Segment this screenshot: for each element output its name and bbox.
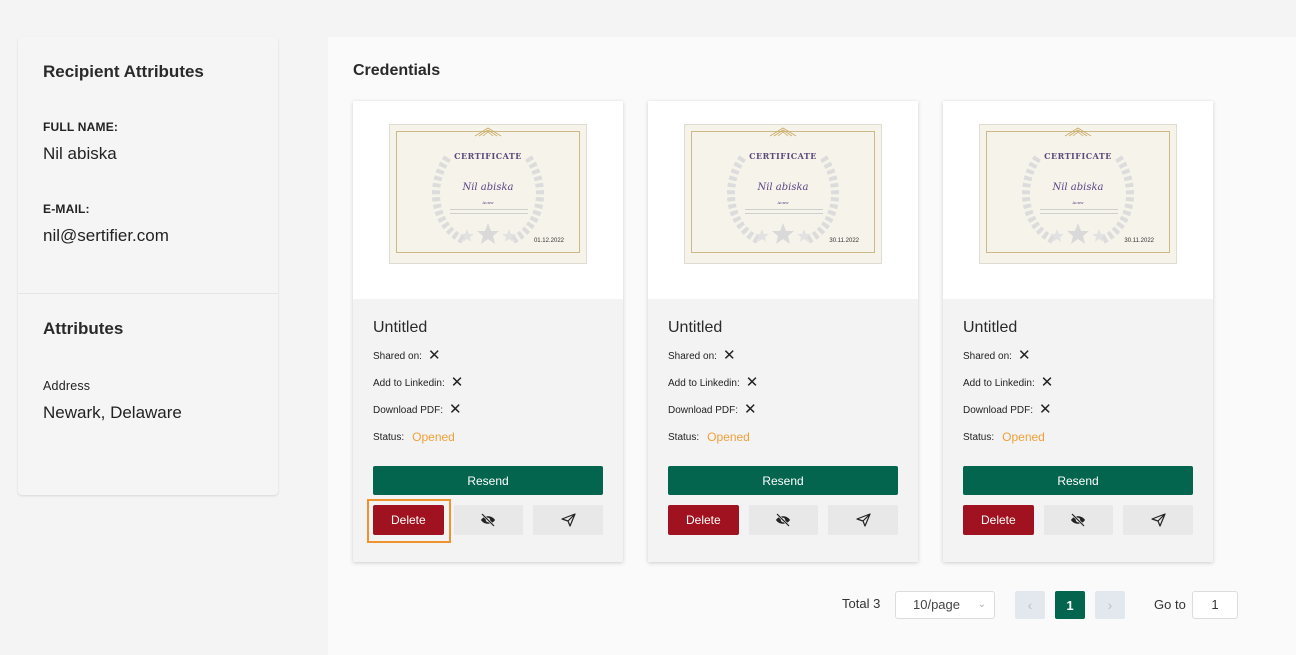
chevron-right-icon: › <box>1107 597 1113 613</box>
chevron-left-icon: ‹ <box>1027 597 1033 613</box>
send-button[interactable] <box>533 505 603 535</box>
credentials-panel: Credentials CERTIFICATE Nil abiska Acnw … <box>328 37 1296 655</box>
linkedin-label: Add to Linkedin: <box>373 377 445 389</box>
close-icon: ✕ <box>1039 401 1052 418</box>
goto-input[interactable]: 1 <box>1192 591 1238 619</box>
close-icon: ✕ <box>427 347 441 364</box>
close-icon: ✕ <box>450 374 464 391</box>
send-icon <box>856 513 871 527</box>
download-pdf-label: Download PDF: <box>373 404 444 416</box>
recipient-attributes-title: Recipient Attributes <box>43 62 204 81</box>
shared-on-label: Shared on: <box>963 350 1012 362</box>
download-pdf-label: Download PDF: <box>963 404 1034 416</box>
recipient-panel: Recipient Attributes FULL NAME: Nil abis… <box>18 37 278 495</box>
full-name-label: FULL NAME: <box>43 120 119 134</box>
eye-off-icon <box>1071 513 1086 527</box>
status-value: Opened <box>412 430 455 444</box>
credential-card: CERTIFICATE Nil abiska Acnw 30.11.2022 U… <box>648 101 918 562</box>
prev-page-button[interactable]: ‹ <box>1015 591 1045 619</box>
credential-title: Untitled <box>963 319 1018 336</box>
page-size-value: 10/page <box>913 597 960 612</box>
download-pdf-label: Download PDF: <box>668 404 739 416</box>
linkedin-label: Add to Linkedin: <box>668 377 740 389</box>
certificate-thumbnail[interactable]: CERTIFICATE Nil abiska Acnw 01.12.2022 <box>353 101 623 299</box>
status-value: Opened <box>1002 430 1045 444</box>
certificate-name: Nil abiska <box>462 182 514 193</box>
resend-button[interactable]: Resend <box>963 466 1193 495</box>
certificate-org: Acnw <box>777 200 789 205</box>
delete-button-highlight <box>367 499 451 543</box>
credential-title: Untitled <box>668 319 723 336</box>
send-button[interactable] <box>1123 505 1193 535</box>
delete-button[interactable]: Delete <box>668 505 739 535</box>
certificate-date: 30.11.2022 <box>829 238 859 244</box>
address-value: Newark, Delaware <box>43 403 182 422</box>
certificate-thumbnail[interactable]: CERTIFICATE Nil abiska Acnw 30.11.2022 <box>943 101 1213 299</box>
send-icon <box>561 513 576 527</box>
address-label: Address <box>43 379 91 393</box>
credential-card: CERTIFICATE Nil abiska Acnw 01.12.2022 U… <box>353 101 623 562</box>
credentials-title: Credentials <box>353 62 441 79</box>
shared-on-label: Shared on: <box>668 350 717 362</box>
status-label: Status: <box>668 431 700 443</box>
next-page-button[interactable]: › <box>1095 591 1125 619</box>
page-number-current[interactable]: 1 <box>1055 591 1085 619</box>
close-icon: ✕ <box>744 401 757 418</box>
certificate-image: CERTIFICATE Nil abiska Acnw 30.11.2022 <box>979 124 1177 264</box>
send-icon <box>1151 513 1166 527</box>
goto-label: Go to <box>1154 597 1186 612</box>
pagination: Total 3 10/page ⌄ ‹ 1 › Go to 1 <box>328 591 1296 619</box>
attributes-title: Attributes <box>43 319 124 338</box>
credential-title: Untitled <box>373 319 428 336</box>
close-icon: ✕ <box>722 347 736 364</box>
certificate-org: Acnw <box>482 200 494 205</box>
status-value: Opened <box>707 430 750 444</box>
total-count: Total 3 <box>842 596 881 611</box>
certificate-name: Nil abiska <box>1052 182 1104 193</box>
certificate-org: Acnw <box>1072 200 1084 205</box>
hide-button[interactable] <box>453 505 524 535</box>
close-icon: ✕ <box>1040 374 1054 391</box>
status-label: Status: <box>373 431 405 443</box>
status-label: Status: <box>963 431 995 443</box>
chevron-down-icon: ⌄ <box>977 599 986 610</box>
certificate-title: CERTIFICATE <box>1044 151 1112 161</box>
close-icon: ✕ <box>1017 347 1031 364</box>
certificate-title: CERTIFICATE <box>749 151 817 161</box>
email-value: nil@sertifier.com <box>43 226 169 245</box>
recipient-attributes-section: Recipient Attributes FULL NAME: Nil abis… <box>18 37 278 294</box>
certificate-date: 30.11.2022 <box>1124 238 1154 244</box>
certificate-title: CERTIFICATE <box>454 151 522 161</box>
delete-button[interactable]: Delete <box>963 505 1034 535</box>
full-name-value: Nil abiska <box>43 144 117 163</box>
page-size-select[interactable]: 10/page ⌄ <box>895 591 995 619</box>
certificate-name: Nil abiska <box>757 182 809 193</box>
certificate-date: 01.12.2022 <box>533 238 564 244</box>
eye-off-icon <box>481 513 496 527</box>
linkedin-label: Add to Linkedin: <box>963 377 1035 389</box>
send-button[interactable] <box>828 505 898 535</box>
certificate-thumbnail[interactable]: CERTIFICATE Nil abiska Acnw 30.11.2022 <box>648 101 918 299</box>
resend-button[interactable]: Resend <box>373 466 603 495</box>
credential-card: CERTIFICATE Nil abiska Acnw 30.11.2022 U… <box>943 101 1213 562</box>
certificate-image: CERTIFICATE Nil abiska Acnw 30.11.2022 <box>684 124 882 264</box>
email-label: E-MAIL: <box>43 202 90 216</box>
hide-button[interactable] <box>748 505 819 535</box>
hide-button[interactable] <box>1043 505 1114 535</box>
eye-off-icon <box>776 513 791 527</box>
certificate-image: CERTIFICATE Nil abiska Acnw 01.12.2022 <box>389 124 587 264</box>
resend-button[interactable]: Resend <box>668 466 898 495</box>
attributes-section: Attributes Address Newark, Delaware <box>18 294 278 423</box>
close-icon: ✕ <box>745 374 759 391</box>
close-icon: ✕ <box>449 401 462 418</box>
shared-on-label: Shared on: <box>373 350 422 362</box>
